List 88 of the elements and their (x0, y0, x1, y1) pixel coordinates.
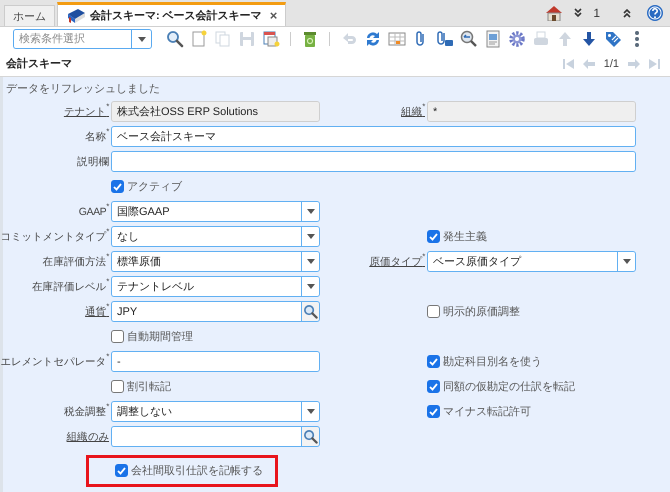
down-arrow-icon[interactable] (580, 30, 598, 48)
notification-count: 1 (593, 6, 600, 20)
settings-icon[interactable] (508, 30, 526, 48)
caret-icon (138, 36, 146, 42)
dropdown-button[interactable] (301, 276, 320, 297)
dropdown-button[interactable] (301, 401, 320, 422)
window-icon[interactable] (262, 30, 280, 48)
dropdown-field[interactable]: テナントレベル (111, 276, 301, 297)
dropdown-button[interactable] (301, 251, 320, 272)
checkbox[interactable] (427, 405, 440, 418)
input-field[interactable]: - (111, 351, 320, 372)
checkbox-label: マイナス転記許可 (443, 405, 531, 419)
caret-icon (306, 209, 314, 214)
field-label: エレメントセパレータ$^{*}$ (0, 354, 110, 368)
dropdown-field[interactable]: 国際GAAP (111, 201, 301, 222)
checkbox[interactable] (427, 380, 440, 393)
caret-icon (622, 259, 630, 264)
refresh-icon[interactable] (364, 30, 382, 48)
field-label: 在庫評価レベル$^{*}$ (32, 280, 110, 294)
field-label: 在庫評価方法$^{*}$ (42, 254, 110, 268)
search-criteria-field[interactable]: 検索条件選択 (13, 29, 131, 49)
field-label-link[interactable]: 原価タイプ$^{*}$ (369, 254, 426, 268)
readonly-field[interactable]: * (427, 101, 636, 122)
input-field[interactable] (111, 151, 636, 172)
book-icon (66, 8, 86, 24)
checkbox[interactable] (115, 464, 128, 477)
dropdown-button[interactable] (617, 251, 636, 272)
checkbox[interactable] (111, 330, 124, 343)
checkbox-label: 明示的原価調整 (443, 304, 520, 319)
search-icon (303, 304, 318, 319)
tag-icon[interactable] (604, 30, 622, 48)
close-tab-button[interactable]: × (270, 8, 278, 23)
field-label: 説明欄 (77, 154, 110, 168)
readonly-field[interactable]: 株式会社OSS ERP Solutions (111, 101, 320, 122)
field-label: GAAP$^{*}$ (78, 206, 110, 218)
record-position: 1/1 (604, 58, 619, 70)
new-document-icon[interactable] (190, 30, 208, 48)
lookup-field[interactable]: JPY (111, 301, 301, 322)
tab-label: 会計スキーマ: ベース会計スキーマ (90, 8, 262, 23)
caret-icon (306, 234, 314, 239)
checkbox[interactable] (111, 380, 124, 393)
help-icon[interactable] (646, 4, 664, 22)
checkbox-label: 自動期間管理 (127, 330, 193, 344)
tab[interactable]: ホーム (4, 5, 55, 26)
chevrons-up-icon[interactable] (622, 7, 632, 19)
grid-icon[interactable] (388, 30, 406, 48)
input-field[interactable]: ベース会計スキーマ (111, 126, 636, 147)
field-label-link[interactable]: 通貨$^{*}$ (85, 304, 110, 318)
checkbox-label: 勘定科目別名を使う (443, 354, 542, 369)
magnifier-icon[interactable] (460, 30, 478, 48)
report-icon[interactable] (484, 30, 502, 48)
dropdown-button[interactable] (301, 226, 320, 247)
search-button[interactable] (301, 301, 320, 322)
field-label: 税金調整$^{*}$ (64, 404, 110, 418)
checkbox-label: 割引転記 (127, 380, 171, 394)
dropdown-field[interactable]: ベース原価タイプ (427, 251, 617, 272)
window-title: 会計スキーマ (6, 56, 72, 71)
caret-icon (306, 259, 314, 264)
home-icon[interactable] (545, 5, 564, 21)
caret-icon (306, 284, 314, 289)
checkbox-label: 同額の仮勘定の仕訳を転記 (443, 380, 575, 394)
search-icon (303, 429, 318, 444)
field-label: コミットメントタイプ$^{*}$ (0, 230, 110, 244)
dropdown-field[interactable]: 調整しない (111, 401, 301, 422)
caret-icon (306, 409, 314, 414)
tab[interactable]: 会計スキーマ: ベース会計スキーマ × (57, 2, 286, 26)
checkbox-label: 発生主義 (443, 230, 487, 244)
checkbox[interactable] (427, 230, 440, 243)
checkbox[interactable] (427, 355, 440, 368)
chevrons-down-icon[interactable] (573, 7, 584, 19)
checkbox-label: 会社間取引仕訳を記帳する (131, 464, 263, 478)
field-label-link[interactable]: 組織$^{*}$ (401, 104, 426, 118)
field-label-link[interactable]: テナント$^{*}$ (64, 104, 110, 118)
trash-icon[interactable] (301, 30, 319, 48)
checkbox[interactable] (427, 305, 440, 318)
field-label: 名称$^{*}$ (85, 130, 110, 144)
search-icon[interactable] (166, 30, 184, 48)
dropdown-button[interactable] (131, 29, 152, 49)
checkbox-label: アクティブ (127, 180, 182, 194)
field-label-link[interactable]: 組織のみ (66, 430, 110, 444)
dropdown-field[interactable]: 標準原価 (111, 251, 301, 272)
paperclip-note-icon[interactable] (436, 30, 454, 48)
checkbox[interactable] (111, 180, 124, 193)
dropdown-field[interactable]: なし (111, 226, 301, 247)
lookup-field[interactable] (111, 426, 301, 447)
search-button[interactable] (301, 426, 320, 447)
dropdown-button[interactable] (301, 201, 320, 222)
status-message: データをリフレッシュしました (5, 82, 160, 97)
